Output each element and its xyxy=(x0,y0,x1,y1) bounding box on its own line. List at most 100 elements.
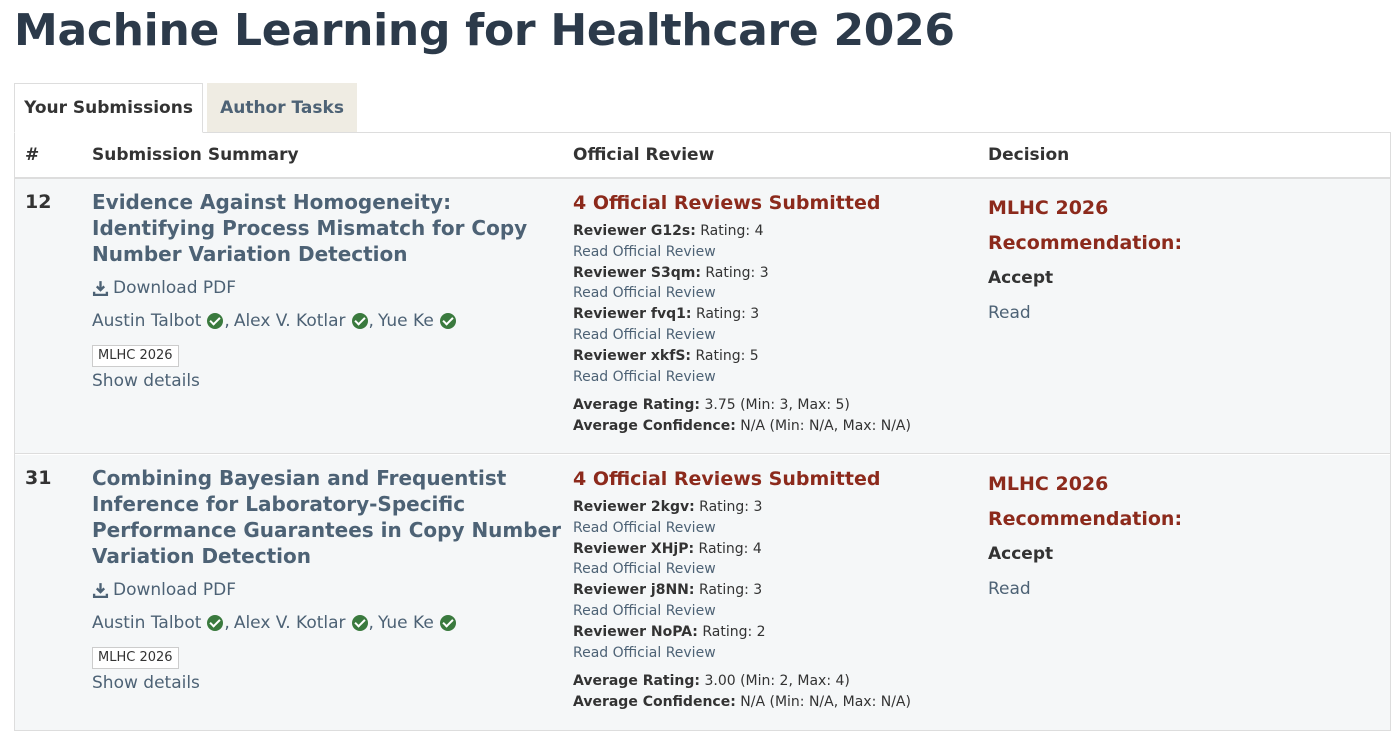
download-pdf-link[interactable]: Download PDF xyxy=(92,579,562,601)
read-official-review-link[interactable]: Read Official Review xyxy=(573,518,973,539)
reviewer-rating: Reviewer NoPA: Rating: 2 xyxy=(573,622,973,643)
tab-bar: Your Submissions Author Tasks xyxy=(14,83,357,133)
show-details-link[interactable]: Show details xyxy=(92,371,562,391)
verified-check-icon xyxy=(351,313,368,329)
paper-title-link[interactable]: Evidence Against Homogeneity: Identifyin… xyxy=(92,189,562,267)
reviewer-name: Reviewer G12s: xyxy=(573,223,696,239)
read-official-review-link[interactable]: Read Official Review xyxy=(573,325,973,346)
average-rating-label: Average Rating: xyxy=(573,673,701,690)
review-averages: Average Rating: 3.00 (Min: 2, Max: 4) Av… xyxy=(573,671,973,713)
verified-check-icon xyxy=(207,615,224,631)
rating-value: Rating: 2 xyxy=(702,623,766,640)
submission-number: 12 xyxy=(25,191,52,213)
rating-value: Rating: 3 xyxy=(695,306,760,323)
author-link[interactable]: Austin Talbot xyxy=(92,613,201,633)
reviewer-name: Reviewer XHjP: xyxy=(573,540,695,557)
average-rating-value: 3.75 (Min: 3, Max: 5) xyxy=(704,397,850,414)
download-icon xyxy=(92,582,109,598)
download-pdf-label: Download PDF xyxy=(113,278,237,298)
table-header: # Submission Summary Official Review Dec… xyxy=(15,133,1390,179)
header-review: Official Review xyxy=(573,145,715,165)
decision-value: Accept xyxy=(988,268,1054,288)
review-list: Reviewer 2kgv: Rating: 3 Read Official R… xyxy=(573,497,973,663)
rating-value: Rating: 4 xyxy=(698,540,762,557)
decision-read-link[interactable]: Read xyxy=(988,296,1378,331)
average-confidence-label: Average Confidence: xyxy=(573,418,736,435)
tab-author-tasks[interactable]: Author Tasks xyxy=(207,83,357,133)
read-official-review-link[interactable]: Read Official Review xyxy=(573,601,973,622)
author-list: Austin Talbot , Alex V. Kotlar , Yue Ke xyxy=(92,612,562,634)
reviewer-rating: Reviewer S3qm: Rating: 3 xyxy=(573,263,973,284)
submission-summary: Evidence Against Homogeneity: Identifyin… xyxy=(92,179,562,391)
read-official-review-link[interactable]: Read Official Review xyxy=(573,283,973,304)
author-list: Austin Talbot , Alex V. Kotlar , Yue Ke xyxy=(92,310,562,332)
average-confidence-value: N/A (Min: N/A, Max: N/A) xyxy=(740,694,911,711)
submissions-table: # Submission Summary Official Review Dec… xyxy=(14,132,1391,731)
venue-badge: MLHC 2026 xyxy=(92,647,179,669)
verified-check-icon xyxy=(439,313,456,329)
tab-your-submissions[interactable]: Your Submissions xyxy=(14,83,203,133)
author-link[interactable]: Yue Ke xyxy=(378,613,434,633)
average-confidence: Average Confidence: N/A (Min: N/A, Max: … xyxy=(573,416,973,437)
rating-value: Rating: 4 xyxy=(700,223,764,239)
download-icon xyxy=(92,280,109,296)
read-official-review-link[interactable]: Read Official Review xyxy=(573,643,973,664)
decision-cell: MLHC 2026 Recommendation: Accept Read xyxy=(988,179,1378,331)
read-official-review-link[interactable]: Read Official Review xyxy=(573,242,973,263)
table-row: 31 Combining Bayesian and Frequentist In… xyxy=(15,455,1390,730)
show-details-link[interactable]: Show details xyxy=(92,673,562,693)
official-review-cell: 4 Official Reviews Submitted Reviewer G1… xyxy=(573,179,973,437)
read-official-review-link[interactable]: Read Official Review xyxy=(573,559,973,580)
average-rating: Average Rating: 3.75 (Min: 3, Max: 5) xyxy=(573,395,973,416)
author-separator: , xyxy=(224,311,230,331)
decision-read-link[interactable]: Read xyxy=(988,572,1378,607)
reviewer-name: Reviewer S3qm: xyxy=(573,264,701,281)
author-separator: , xyxy=(368,613,374,633)
decision-value: Accept xyxy=(988,544,1054,564)
author-link[interactable]: Austin Talbot xyxy=(92,311,201,331)
reviewer-rating: Reviewer fvq1: Rating: 3 xyxy=(573,304,973,325)
decision-venue: MLHC 2026 xyxy=(988,473,1109,495)
average-confidence-value: N/A (Min: N/A, Max: N/A) xyxy=(740,418,911,435)
reviewer-name: Reviewer fvq1: xyxy=(573,306,692,323)
author-link[interactable]: Yue Ke xyxy=(378,311,434,331)
reviews-count-heading: 4 Official Reviews Submitted xyxy=(573,192,881,214)
average-rating-value: 3.00 (Min: 2, Max: 4) xyxy=(704,673,850,690)
decision-recommendation-label: Recommendation: xyxy=(988,508,1183,530)
verified-check-icon xyxy=(439,615,456,631)
decision-recommendation-label: Recommendation: xyxy=(988,232,1183,254)
average-rating: Average Rating: 3.00 (Min: 2, Max: 4) xyxy=(573,671,973,692)
review-list: Reviewer G12s: Rating: 4 Read Official R… xyxy=(573,221,973,387)
reviews-count-heading: 4 Official Reviews Submitted xyxy=(573,468,881,490)
official-review-cell: 4 Official Reviews Submitted Reviewer 2k… xyxy=(573,455,973,713)
rating-value: Rating: 3 xyxy=(698,582,763,599)
average-confidence-label: Average Confidence: xyxy=(573,694,736,711)
reviewer-name: Reviewer NoPA: xyxy=(573,623,698,640)
author-separator: , xyxy=(368,311,374,331)
average-rating-label: Average Rating: xyxy=(573,397,701,414)
paper-title-link[interactable]: Combining Bayesian and Frequentist Infer… xyxy=(92,465,562,569)
venue-title: Machine Learning for Healthcare 2026 xyxy=(14,5,955,56)
header-decision: Decision xyxy=(988,145,1070,165)
decision-cell: MLHC 2026 Recommendation: Accept Read xyxy=(988,455,1378,607)
reviewer-rating: Reviewer xkfS: Rating: 5 xyxy=(573,346,973,367)
author-link[interactable]: Alex V. Kotlar xyxy=(234,613,346,633)
header-number: # xyxy=(25,145,40,165)
average-confidence: Average Confidence: N/A (Min: N/A, Max: … xyxy=(573,692,973,713)
table-row: 12 Evidence Against Homogeneity: Identif… xyxy=(15,179,1390,454)
read-official-review-link[interactable]: Read Official Review xyxy=(573,367,973,388)
reviewer-rating: Reviewer j8NN: Rating: 3 xyxy=(573,580,973,601)
submission-summary: Combining Bayesian and Frequentist Infer… xyxy=(92,455,562,693)
author-link[interactable]: Alex V. Kotlar xyxy=(234,311,346,331)
rating-value: Rating: 3 xyxy=(699,499,763,515)
reviewer-rating: Reviewer 2kgv: Rating: 3 xyxy=(573,497,973,518)
submission-number: 31 xyxy=(25,467,52,489)
reviewer-name: Reviewer xkfS: xyxy=(573,347,692,364)
page: Machine Learning for Healthcare 2026 You… xyxy=(0,0,1400,750)
rating-value: Rating: 5 xyxy=(695,347,759,364)
rating-value: Rating: 3 xyxy=(705,264,769,281)
verified-check-icon xyxy=(351,615,368,631)
download-pdf-link[interactable]: Download PDF xyxy=(92,277,562,299)
download-pdf-label: Download PDF xyxy=(113,580,237,600)
venue-badge: MLHC 2026 xyxy=(92,345,179,367)
